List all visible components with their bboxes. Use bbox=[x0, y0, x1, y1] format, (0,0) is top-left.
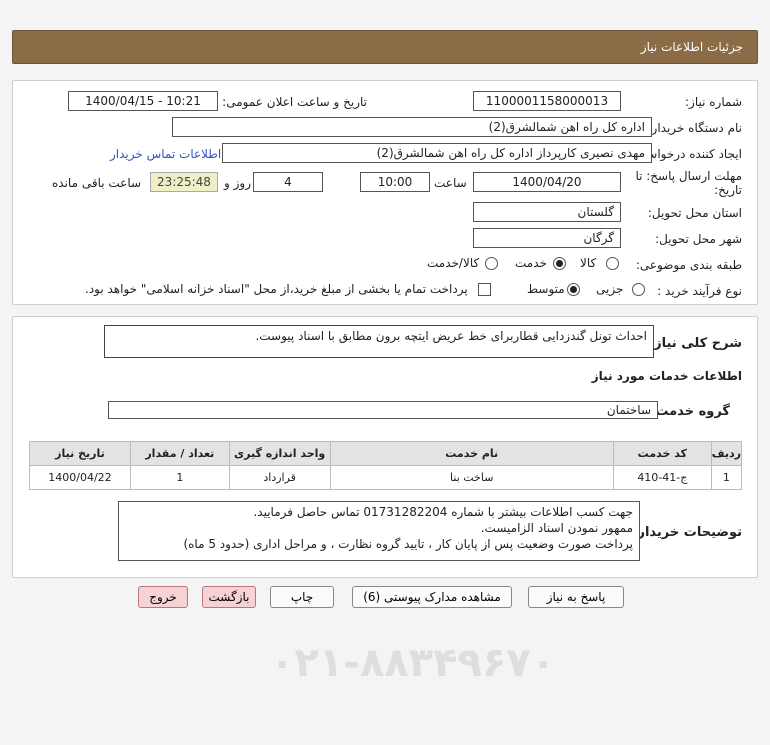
province-field: گلستان bbox=[473, 202, 621, 222]
buyer-org-label: نام دستگاه خریدار: bbox=[647, 121, 743, 135]
table-header-unit: واحد اندازه گیری bbox=[228, 441, 331, 466]
buyer-notes-label: توضیحات خریدار: bbox=[632, 525, 742, 540]
category-radio-service[interactable] bbox=[553, 257, 566, 270]
province-label: استان محل تحویل: bbox=[647, 206, 742, 220]
table-cell-unit: قرارداد bbox=[228, 465, 331, 490]
buyer-contact-link[interactable]: اطلاعات تماس خریدار bbox=[110, 147, 221, 161]
service-group-label: گروه خدمت: bbox=[650, 404, 730, 419]
buyer-note-line: جهت کسب اطلاعات بیشتر با شماره 017312822… bbox=[253, 505, 633, 519]
category-option-goods: کالا bbox=[580, 256, 597, 270]
treasury-note: پرداخت تمام یا بخشی از مبلغ خرید،از محل … bbox=[85, 282, 468, 296]
purchase-radio-medium[interactable] bbox=[567, 283, 580, 296]
category-label: طبقه بندی موضوعی: bbox=[635, 258, 742, 272]
table-cell-need-date: 1400/04/22 bbox=[29, 465, 131, 490]
exit-button[interactable]: خروج bbox=[138, 586, 188, 608]
buyer-org-field: اداره کل راه اهن شمالشرق(2) bbox=[172, 117, 652, 137]
buyer-notes-box: جهت کسب اطلاعات بیشتر با شماره 017312822… bbox=[118, 501, 640, 561]
creator-field: مهدی نصیری کارپرداز اداره کل راه اهن شما… bbox=[222, 143, 652, 163]
need-number-label: شماره نیاز: bbox=[685, 95, 742, 109]
category-option-service: خدمت bbox=[515, 256, 547, 270]
table-header-need-date: تاریخ نیاز bbox=[29, 441, 131, 466]
announce-label: تاریخ و ساعت اعلان عمومی: bbox=[222, 95, 367, 109]
table-header-row: ردیف bbox=[710, 441, 743, 466]
table-header-quantity: تعداد / مقدار bbox=[129, 441, 230, 466]
category-option-goods-service: کالا/خدمت bbox=[427, 256, 480, 270]
deadline-date-field: 1400/04/20 bbox=[473, 172, 621, 192]
general-desc-field: احداث تونل گندزدایی قطاربرای خط عریض ایت… bbox=[104, 325, 654, 358]
table-header-code: کد خدمت bbox=[612, 441, 712, 466]
service-group-field: ساختمان bbox=[108, 401, 658, 419]
deadline-time-label: ساعت bbox=[434, 176, 467, 190]
services-table: ردیف کد خدمت نام خدمت واحد اندازه گیری ت… bbox=[29, 441, 743, 490]
reply-button[interactable]: پاسخ به نیاز bbox=[528, 586, 624, 608]
table-cell-quantity: 1 bbox=[129, 465, 230, 490]
page-title: جزئیات اطلاعات نیاز bbox=[640, 40, 743, 54]
city-label: شهر محل تحویل: bbox=[655, 232, 742, 246]
watermark-phone: ۰۲۱-۸۸۳۴۹۶۷۰ bbox=[270, 640, 556, 686]
announce-field: 1400/04/15 - 10:21 bbox=[68, 91, 218, 111]
buyer-note-line: ممهور نمودن اسناد الزامیست. bbox=[480, 521, 633, 535]
general-desc-label: شرح کلی نیاز: bbox=[648, 336, 742, 351]
deadline-time-field: 10:00 bbox=[360, 172, 430, 192]
purchase-radio-minor[interactable] bbox=[632, 283, 645, 296]
table-row: 1 ج-41-410 ساخت بنا قرارداد 1 1400/04/22 bbox=[29, 465, 743, 490]
need-number-field: 1100001158000013 bbox=[473, 91, 621, 111]
table-cell-code: ج-41-410 bbox=[612, 465, 712, 490]
deadline-label-date: تاریخ: bbox=[714, 183, 742, 197]
city-field: گرگان bbox=[473, 228, 621, 248]
buyer-note-line: پرداخت صورت وضعیت پس از پایان کار ، تایی… bbox=[183, 537, 633, 551]
table-header-service-name: نام خدمت bbox=[329, 441, 614, 466]
remaining-time-field: 23:25:48 bbox=[150, 172, 218, 192]
page-header: جزئیات اطلاعات نیاز bbox=[12, 30, 758, 64]
category-radio-goods-service[interactable] bbox=[485, 257, 498, 270]
back-button[interactable]: بازگشت bbox=[202, 586, 256, 608]
table-cell-service-name: ساخت بنا bbox=[329, 465, 614, 490]
days-label: روز و bbox=[224, 176, 251, 190]
days-field: 4 bbox=[253, 172, 323, 192]
purchase-type-label: نوع فرآیند خرید : bbox=[657, 284, 742, 298]
remaining-label: ساعت باقی مانده bbox=[52, 176, 142, 190]
category-radio-goods[interactable] bbox=[606, 257, 619, 270]
purchase-option-minor: جزیی bbox=[596, 282, 624, 296]
purchase-option-medium: متوسط bbox=[527, 282, 565, 296]
print-button[interactable]: چاپ bbox=[270, 586, 334, 608]
treasury-checkbox[interactable] bbox=[478, 283, 491, 296]
view-documents-button[interactable]: مشاهده مدارک پیوستی (6) bbox=[352, 586, 512, 608]
table-cell-row: 1 bbox=[710, 465, 743, 490]
deadline-label: مهلت ارسال پاسخ: تا bbox=[635, 169, 742, 183]
services-title: اطلاعات خدمات مورد نیاز bbox=[591, 369, 742, 383]
